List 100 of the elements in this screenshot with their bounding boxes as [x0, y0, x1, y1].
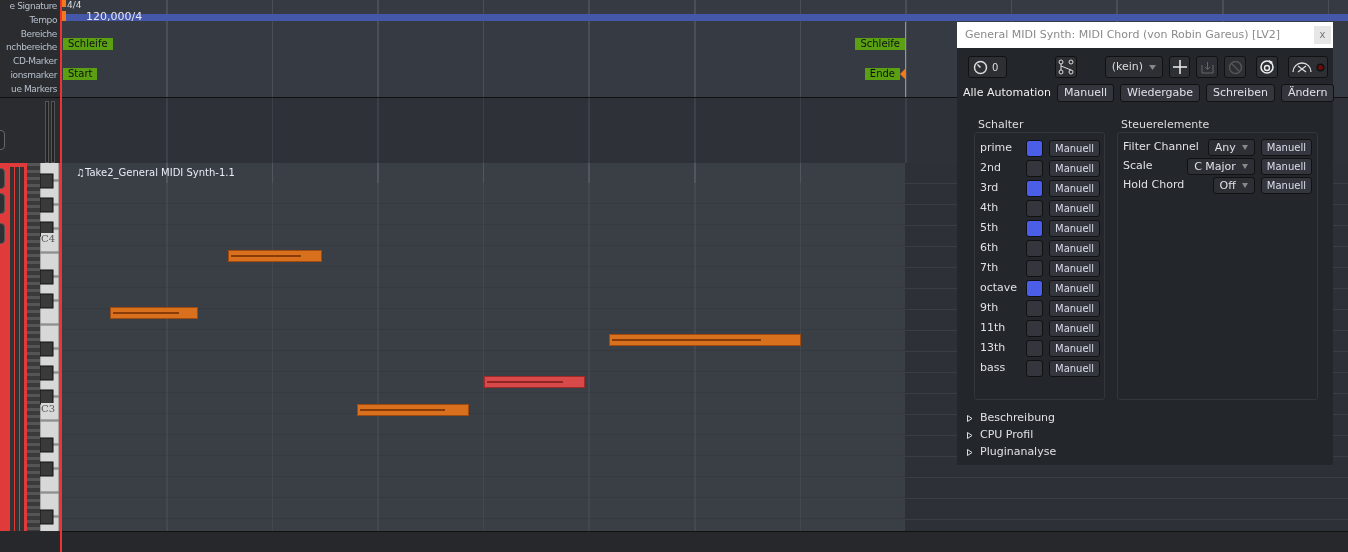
automation-mode-button[interactable]: Manuell [1049, 339, 1101, 357]
automation-mode-button[interactable]: Manuell [1049, 319, 1101, 337]
toggle-switch[interactable] [1026, 159, 1043, 177]
expander[interactable]: Beschreibung [967, 410, 1333, 427]
key-label: C3 [41, 403, 55, 414]
automation-mode-button[interactable]: Manuell [1049, 219, 1101, 237]
gauge-icon [1291, 61, 1314, 73]
collapsed-triangle-icon [967, 415, 973, 422]
ruler-label: ionsmarker [10, 69, 57, 82]
toggle-switch[interactable] [1026, 299, 1043, 317]
toggle-switch[interactable] [1026, 139, 1043, 157]
switch-label: octave [980, 279, 1019, 296]
preset-dropdown[interactable]: (kein) [1104, 56, 1163, 78]
add-preset-button[interactable] [1168, 56, 1191, 78]
automation-mode-button[interactable]: Manuell [1260, 139, 1312, 156]
automation-mode-button[interactable]: Manuell [1260, 158, 1312, 175]
ruler-label: Tempo [29, 13, 57, 27]
midi-note[interactable] [228, 250, 322, 262]
toggle-switch[interactable] [1026, 239, 1043, 257]
switch-label: bass [980, 359, 1007, 376]
control-label: Scale [1123, 158, 1154, 175]
automation-mode-button[interactable]: Manuell [1049, 359, 1101, 377]
session-end-marker[interactable]: Ende [864, 68, 900, 80]
midi-note[interactable] [609, 334, 801, 346]
window-title: General MIDI Synth: MIDI Chord (von Robin Gareus) [LV2] [965, 26, 1281, 43]
toggle-switch[interactable] [1026, 279, 1043, 297]
automation-mode-button[interactable]: Wiedergabe [1120, 84, 1201, 102]
ruler-label: e Signature [9, 0, 57, 13]
collapsed-triangle-icon [967, 449, 973, 456]
dropdown-arrow-icon [1241, 164, 1248, 169]
level-meter [45, 101, 55, 163]
collapsed-triangle-icon [967, 432, 973, 439]
switch-label: 6th [980, 239, 1000, 256]
automation-label: Alle Automation [963, 84, 1051, 101]
toggle-switch[interactable] [1026, 319, 1043, 337]
piano-keyboard[interactable]: C4 C3 [40, 163, 60, 531]
value-dropdown[interactable]: Any [1207, 139, 1255, 156]
latency-button[interactable]: 0 [968, 56, 1007, 78]
midi-note[interactable] [357, 404, 469, 416]
midi-note[interactable] [484, 376, 585, 388]
switch-label: 13th [980, 339, 1007, 356]
meter-marker-icon [62, 0, 66, 7]
routing-button[interactable] [1054, 56, 1077, 78]
meter-marker: 4/4 [67, 0, 82, 10]
dropdown-arrow-icon [1241, 145, 1248, 150]
section-title: Schalter [978, 118, 1025, 132]
session-start-marker[interactable]: Start [63, 68, 98, 80]
switch-label: 4th [980, 199, 1000, 216]
automation-mode-button[interactable]: Manuell [1049, 179, 1101, 197]
automation-mode-button[interactable]: Manuell [1049, 159, 1101, 177]
tempo-marker-icon [62, 11, 66, 21]
automation-mode-button[interactable]: Manuell [1049, 139, 1101, 157]
toggle-switch[interactable] [1026, 219, 1043, 237]
automation-mode-button[interactable]: Ändern [1280, 84, 1335, 102]
control-label: Filter Channel [1123, 139, 1200, 156]
midi-region[interactable]: ♫Take2_General MIDI Synth-1.1 [62, 163, 905, 531]
section-title: Steuerelemente [1121, 118, 1211, 132]
toggle-switch[interactable] [1026, 259, 1043, 277]
plus-icon [1172, 60, 1187, 74]
toggle-switch[interactable] [1026, 179, 1043, 197]
reset-icon [1259, 59, 1276, 75]
switch-label: 7th [980, 259, 1000, 276]
dropdown-arrow-icon [1241, 183, 1248, 188]
value-dropdown[interactable]: Off [1212, 177, 1255, 194]
loop-start-marker[interactable]: Schleife [63, 38, 113, 50]
ruler-label: Bereiche [20, 27, 57, 41]
save-preset-button[interactable] [1196, 56, 1219, 78]
automation-mode-button[interactable]: Manuell [1049, 299, 1101, 317]
expander[interactable]: CPU Profil [967, 427, 1333, 444]
ruler-label: ue Markers [11, 82, 57, 96]
automation-mode-button[interactable]: Manuell [1049, 239, 1101, 257]
switch-label: prime [980, 139, 1014, 156]
value-dropdown[interactable]: C Major [1187, 158, 1255, 175]
dropdown-arrow-icon [1148, 64, 1156, 70]
key-label: C4 [41, 233, 55, 244]
record-indicator-icon [1316, 62, 1326, 72]
automation-mode-button[interactable]: Manuell [1049, 259, 1101, 277]
reset-button[interactable] [1256, 56, 1279, 78]
automation-mode-button[interactable]: Schreiben [1206, 84, 1275, 102]
track-footer [0, 531, 60, 552]
switch-label: 11th [980, 319, 1007, 336]
automation-mode-button[interactable]: Manuell [1260, 177, 1312, 194]
automation-mode-button[interactable]: Manuell [1049, 199, 1101, 217]
switch-label: 5th [980, 219, 1000, 236]
close-button[interactable]: x [1314, 26, 1331, 44]
download-icon [1200, 60, 1214, 74]
toggle-switch[interactable] [1026, 339, 1043, 357]
ruler-label: nchbereiche [6, 41, 57, 55]
toggle-switch[interactable] [1026, 359, 1043, 377]
expander[interactable]: Pluginanalyse [967, 444, 1333, 461]
toggle-switch[interactable] [1026, 199, 1043, 217]
delete-preset-button[interactable] [1224, 56, 1247, 78]
automation-mode-button[interactable]: Manuell [1056, 84, 1115, 102]
automation-mode-button[interactable]: Manuell [1049, 279, 1101, 297]
midi-note[interactable] [110, 307, 198, 319]
bypass-button[interactable] [1288, 56, 1328, 78]
routing-icon [1057, 59, 1074, 75]
ruler-label: CD-Marker [13, 55, 57, 69]
prohibited-icon [1227, 59, 1243, 75]
loop-end-marker[interactable]: Schleife [855, 38, 905, 50]
